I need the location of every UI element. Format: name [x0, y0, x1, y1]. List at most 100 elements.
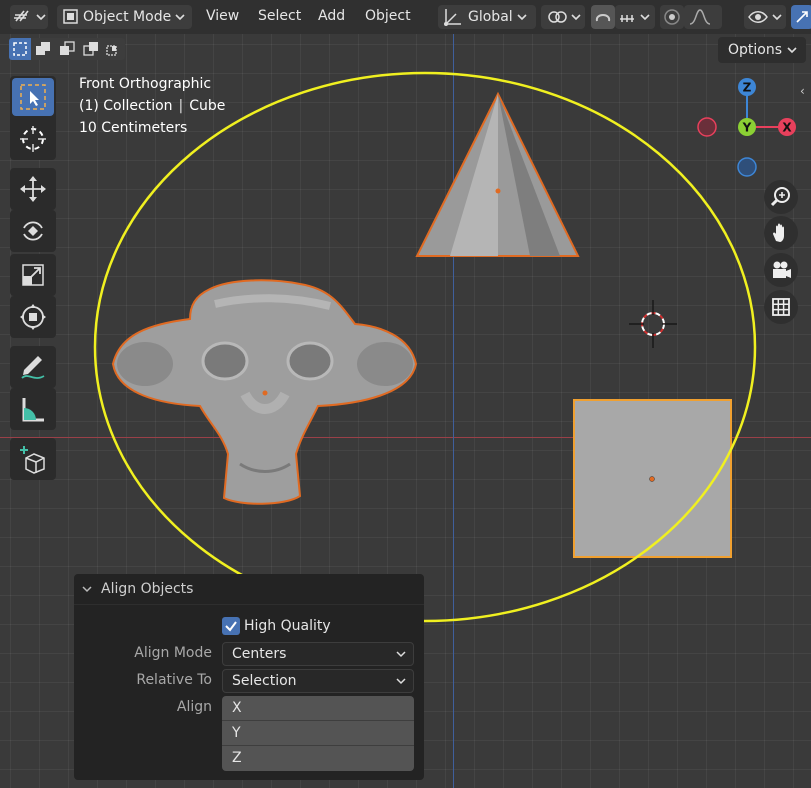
align-objects-panel: Align Objects High Quality Align Mode Ce…	[74, 574, 424, 780]
select-invert-button[interactable]	[79, 38, 103, 60]
rotate-icon	[23, 221, 43, 241]
camera-icon	[773, 261, 791, 278]
camera-view-button[interactable]	[764, 253, 798, 287]
chevron-down-icon	[396, 651, 406, 658]
select-new-icon	[13, 42, 27, 56]
gizmo-z-label: Z	[743, 81, 752, 95]
orientation-icon	[444, 9, 461, 26]
measure-icon	[22, 398, 44, 422]
select-extend-icon	[36, 42, 50, 55]
sidebar-toggle-icon[interactable]: ‹	[800, 84, 811, 100]
high-quality-checkbox[interactable]	[222, 617, 240, 635]
mode-dropdown[interactable]: Object Mode	[57, 5, 192, 29]
select-new-button[interactable]	[9, 38, 31, 60]
select-extend-button[interactable]	[31, 38, 55, 60]
select-invert-icon	[83, 42, 98, 56]
collapse-chevron-icon	[82, 586, 92, 593]
select-tool-group	[10, 76, 56, 160]
annotate-tool[interactable]	[10, 346, 56, 388]
orientation-label: Global	[468, 9, 513, 25]
align-axis-y[interactable]: Y	[222, 721, 414, 746]
collection-label: (1) Collection	[79, 98, 173, 114]
options-label: Options	[728, 42, 783, 58]
move-icon	[20, 176, 46, 202]
transform-icon	[20, 304, 46, 330]
relative-to-dropdown[interactable]: Selection	[222, 669, 414, 693]
menu-object[interactable]: Object	[365, 8, 411, 24]
add-cube-tool[interactable]	[10, 438, 56, 480]
grid-icon	[772, 298, 790, 316]
gizmo-icon	[796, 11, 808, 23]
ortho-toggle-button[interactable]	[764, 290, 798, 324]
cone-object[interactable]	[415, 91, 580, 257]
menu-view[interactable]: View	[206, 8, 239, 24]
align-axis-x[interactable]: X	[222, 696, 414, 721]
3d-cursor[interactable]	[629, 300, 677, 348]
relative-to-label: Relative To	[136, 672, 212, 688]
relative-to-value: Selection	[232, 673, 297, 689]
annotate-pencil-icon	[21, 356, 45, 379]
snap-toggle[interactable]	[591, 5, 615, 29]
object-mode-icon	[63, 9, 78, 24]
panel-header[interactable]: Align Objects	[74, 574, 424, 605]
options-dropdown[interactable]: Options	[718, 37, 806, 63]
gizmo-neg-x[interactable]	[697, 117, 717, 137]
select-subtract-button[interactable]	[55, 38, 79, 60]
menu-select[interactable]: Select	[258, 8, 301, 24]
chevron-down-icon	[175, 14, 185, 21]
add-cube-icon	[20, 446, 45, 474]
editor-type-icon	[14, 10, 46, 22]
high-quality-label: High Quality	[244, 618, 331, 634]
cursor-tool[interactable]	[12, 120, 54, 158]
select-subtract-icon	[60, 41, 75, 55]
select-box-tool[interactable]	[12, 78, 54, 116]
eye-icon	[748, 11, 782, 23]
suzanne-object[interactable]	[111, 279, 418, 505]
move-tool[interactable]	[10, 168, 56, 210]
align-label: Align	[176, 699, 212, 715]
align-mode-value: Centers	[232, 646, 287, 662]
cube-object[interactable]	[573, 399, 732, 558]
falloff-curve-icon	[689, 9, 711, 25]
align-mode-dropdown[interactable]: Centers	[222, 642, 414, 666]
align-axis-z[interactable]: Z	[222, 746, 414, 771]
measure-tool[interactable]	[10, 388, 56, 430]
pan-button[interactable]	[764, 216, 798, 250]
editor-type-button[interactable]	[10, 5, 48, 29]
magnet-icon	[595, 14, 611, 22]
transform-tool[interactable]	[10, 296, 56, 338]
transform-orientation-dropdown[interactable]: Global	[438, 5, 536, 29]
panel-title: Align Objects	[101, 581, 194, 597]
gizmo-y-label: Y	[742, 121, 752, 135]
gizmo-neg-z[interactable]	[737, 157, 757, 177]
gizmo-x-label: X	[782, 121, 792, 135]
snap-target-dropdown[interactable]	[615, 5, 655, 29]
visibility-dropdown[interactable]	[744, 5, 786, 29]
select-intersect-icon	[106, 45, 117, 56]
snap-increment-icon	[620, 14, 650, 22]
chevron-down-icon	[396, 678, 406, 685]
view-name: Front Orthographic	[79, 76, 212, 92]
cursor-icon	[20, 126, 46, 152]
high-quality-row: High Quality	[222, 617, 331, 635]
scale-icon	[22, 264, 44, 286]
pivot-point-dropdown[interactable]	[541, 5, 585, 29]
pivot-icon	[548, 11, 581, 23]
navigation-gizmo[interactable]: Z X Y	[693, 74, 803, 184]
zoom-button[interactable]	[764, 180, 798, 214]
align-axis-list: X Y Z	[222, 696, 414, 771]
proportional-edit-icon	[664, 9, 680, 25]
proportional-edit-toggle[interactable]	[660, 5, 684, 29]
select-intersect-button[interactable]	[103, 38, 125, 60]
select-mode-group	[9, 38, 129, 62]
select-box-icon	[20, 84, 46, 110]
rotate-tool[interactable]	[10, 210, 56, 252]
mode-label: Object Mode	[83, 9, 172, 25]
viewport-header: Object Mode View Select Add Object Globa…	[0, 0, 811, 34]
falloff-dropdown[interactable]	[684, 5, 722, 29]
gizmo-toggle[interactable]	[791, 5, 811, 29]
menu-add[interactable]: Add	[318, 8, 345, 24]
active-object-label: Cube	[189, 98, 226, 114]
scale-tool[interactable]	[10, 254, 56, 296]
grid-scale-label: 10 Centimeters	[79, 120, 188, 136]
